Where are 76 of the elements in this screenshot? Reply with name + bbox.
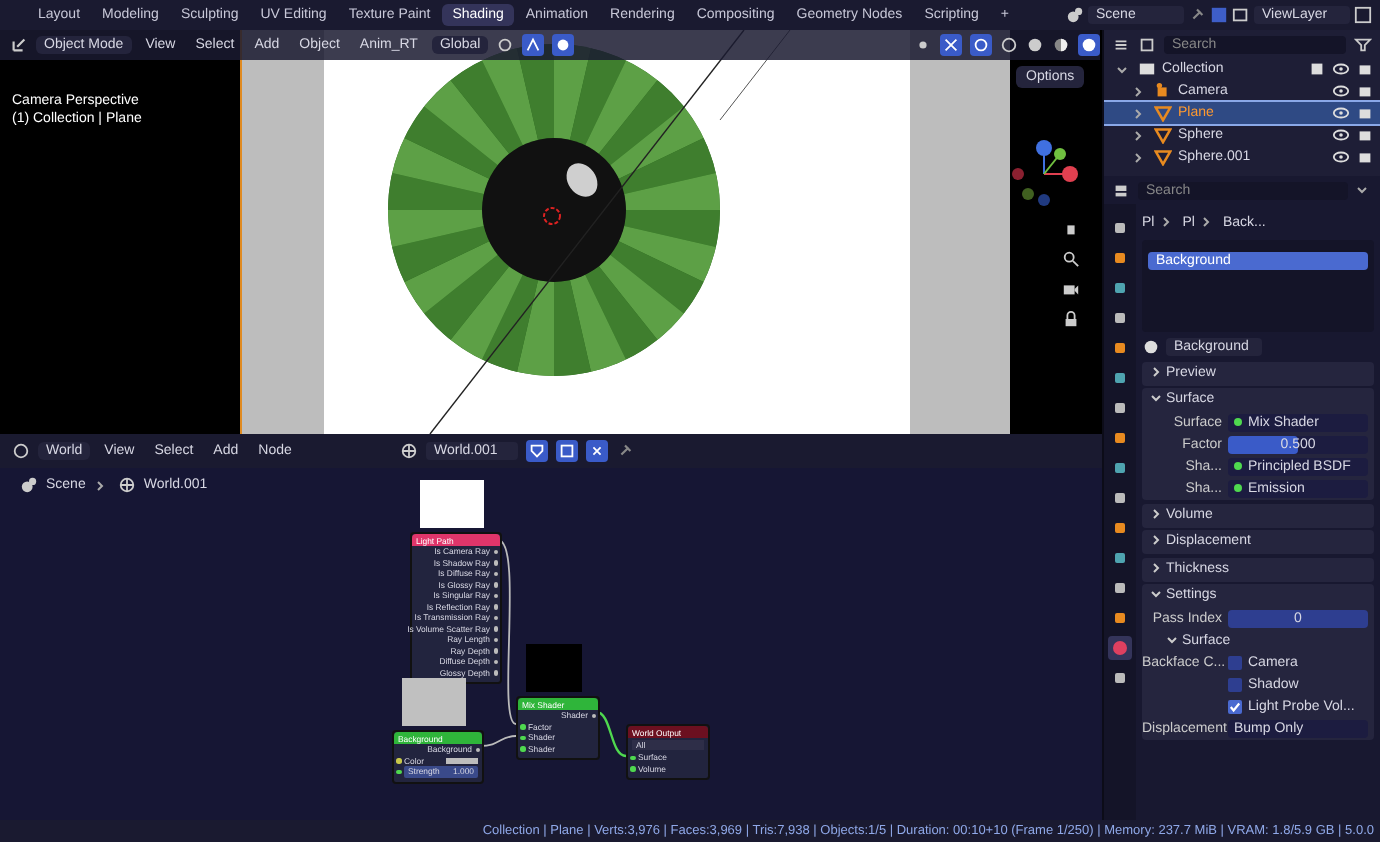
eye-icon[interactable] bbox=[1332, 60, 1350, 78]
node-link bbox=[479, 735, 517, 747]
socket-dot[interactable] bbox=[520, 735, 525, 740]
socket-dot[interactable] bbox=[493, 604, 498, 609]
editor-type-icon[interactable] bbox=[1112, 181, 1130, 199]
wireframe-sphere-icon[interactable] bbox=[1000, 36, 1018, 54]
node-link bbox=[595, 710, 627, 758]
socket-dot[interactable] bbox=[493, 637, 498, 642]
socket-dot[interactable] bbox=[475, 747, 480, 752]
chevron-icon bbox=[1150, 392, 1162, 405]
socket-dot[interactable] bbox=[630, 755, 635, 760]
node-preview-image bbox=[402, 678, 466, 726]
close-icon[interactable] bbox=[586, 440, 608, 462]
chevron-icon bbox=[1150, 365, 1162, 378]
chevron-icon bbox=[1166, 634, 1178, 647]
socket-dot[interactable] bbox=[630, 766, 635, 771]
node-preview-image bbox=[420, 480, 484, 528]
checkbox-icon[interactable] bbox=[1308, 60, 1326, 78]
pin-icon[interactable] bbox=[616, 442, 634, 460]
scene-icon[interactable] bbox=[1066, 6, 1084, 24]
filter-icon[interactable] bbox=[1354, 35, 1372, 53]
socket-dot[interactable] bbox=[493, 648, 498, 653]
chevron-icon bbox=[1200, 216, 1213, 228]
socket-dot[interactable] bbox=[493, 615, 498, 620]
zoom-icon[interactable] bbox=[1062, 250, 1080, 268]
view-layer-icon[interactable] bbox=[1232, 6, 1250, 24]
chevron-icon bbox=[1150, 588, 1162, 601]
chevron-icon bbox=[1150, 534, 1162, 547]
socket-dot[interactable] bbox=[493, 626, 498, 631]
shield-icon[interactable] bbox=[526, 440, 548, 462]
eye-icon[interactable] bbox=[1332, 82, 1350, 100]
lock-icon[interactable] bbox=[1062, 310, 1080, 328]
socket-dot[interactable] bbox=[493, 670, 498, 675]
pivot-icon[interactable] bbox=[496, 36, 515, 54]
rendered-sphere-icon[interactable] bbox=[1078, 34, 1100, 56]
socket-dot[interactable] bbox=[493, 560, 498, 565]
checkbox[interactable] bbox=[1228, 700, 1242, 714]
socket-dot[interactable] bbox=[396, 769, 401, 774]
filter-display-icon[interactable] bbox=[1138, 35, 1156, 53]
chevron-icon bbox=[1150, 507, 1162, 520]
socket-dot[interactable] bbox=[396, 758, 401, 763]
chevron-icon bbox=[93, 479, 106, 491]
proportional-edit-icon[interactable] bbox=[552, 34, 575, 56]
socket-dot[interactable] bbox=[493, 659, 498, 664]
editor-type-icon[interactable] bbox=[12, 442, 30, 460]
list-icon[interactable] bbox=[1112, 35, 1130, 53]
socket-dot[interactable] bbox=[520, 746, 525, 751]
material-sphere-icon[interactable] bbox=[1052, 36, 1070, 54]
world-icon[interactable] bbox=[1142, 337, 1160, 355]
socket-dot[interactable] bbox=[493, 549, 498, 554]
eye-icon[interactable] bbox=[1332, 104, 1350, 122]
gizmo-icon[interactable] bbox=[940, 34, 962, 56]
globe-icon[interactable] bbox=[400, 442, 418, 460]
overlay-icon[interactable] bbox=[970, 34, 992, 56]
socket-dot[interactable] bbox=[493, 571, 498, 576]
eye-icon[interactable] bbox=[1332, 148, 1350, 166]
snap-icon[interactable] bbox=[522, 34, 545, 56]
camera-object-icon bbox=[1154, 82, 1172, 100]
chevron-icon bbox=[1150, 561, 1162, 574]
node-preview-image bbox=[526, 644, 582, 692]
color-swatch[interactable] bbox=[446, 757, 478, 764]
socket-dot[interactable] bbox=[591, 713, 596, 718]
chevron-icon bbox=[1160, 216, 1173, 228]
pin-icon[interactable] bbox=[1188, 6, 1206, 24]
camera-icon[interactable] bbox=[1062, 280, 1080, 298]
checkbox[interactable] bbox=[1228, 678, 1242, 692]
checkbox[interactable] bbox=[1228, 656, 1242, 670]
solid-sphere-icon[interactable] bbox=[1026, 36, 1044, 54]
editor-type-icon[interactable] bbox=[10, 36, 28, 54]
socket-dot[interactable] bbox=[493, 582, 498, 587]
socket-dot[interactable] bbox=[493, 593, 498, 598]
globe-icon bbox=[117, 476, 136, 494]
scene-icon bbox=[20, 476, 38, 494]
collection-icon bbox=[1138, 60, 1156, 78]
socket-dot[interactable] bbox=[520, 724, 525, 729]
eye-icon[interactable] bbox=[1332, 126, 1350, 144]
